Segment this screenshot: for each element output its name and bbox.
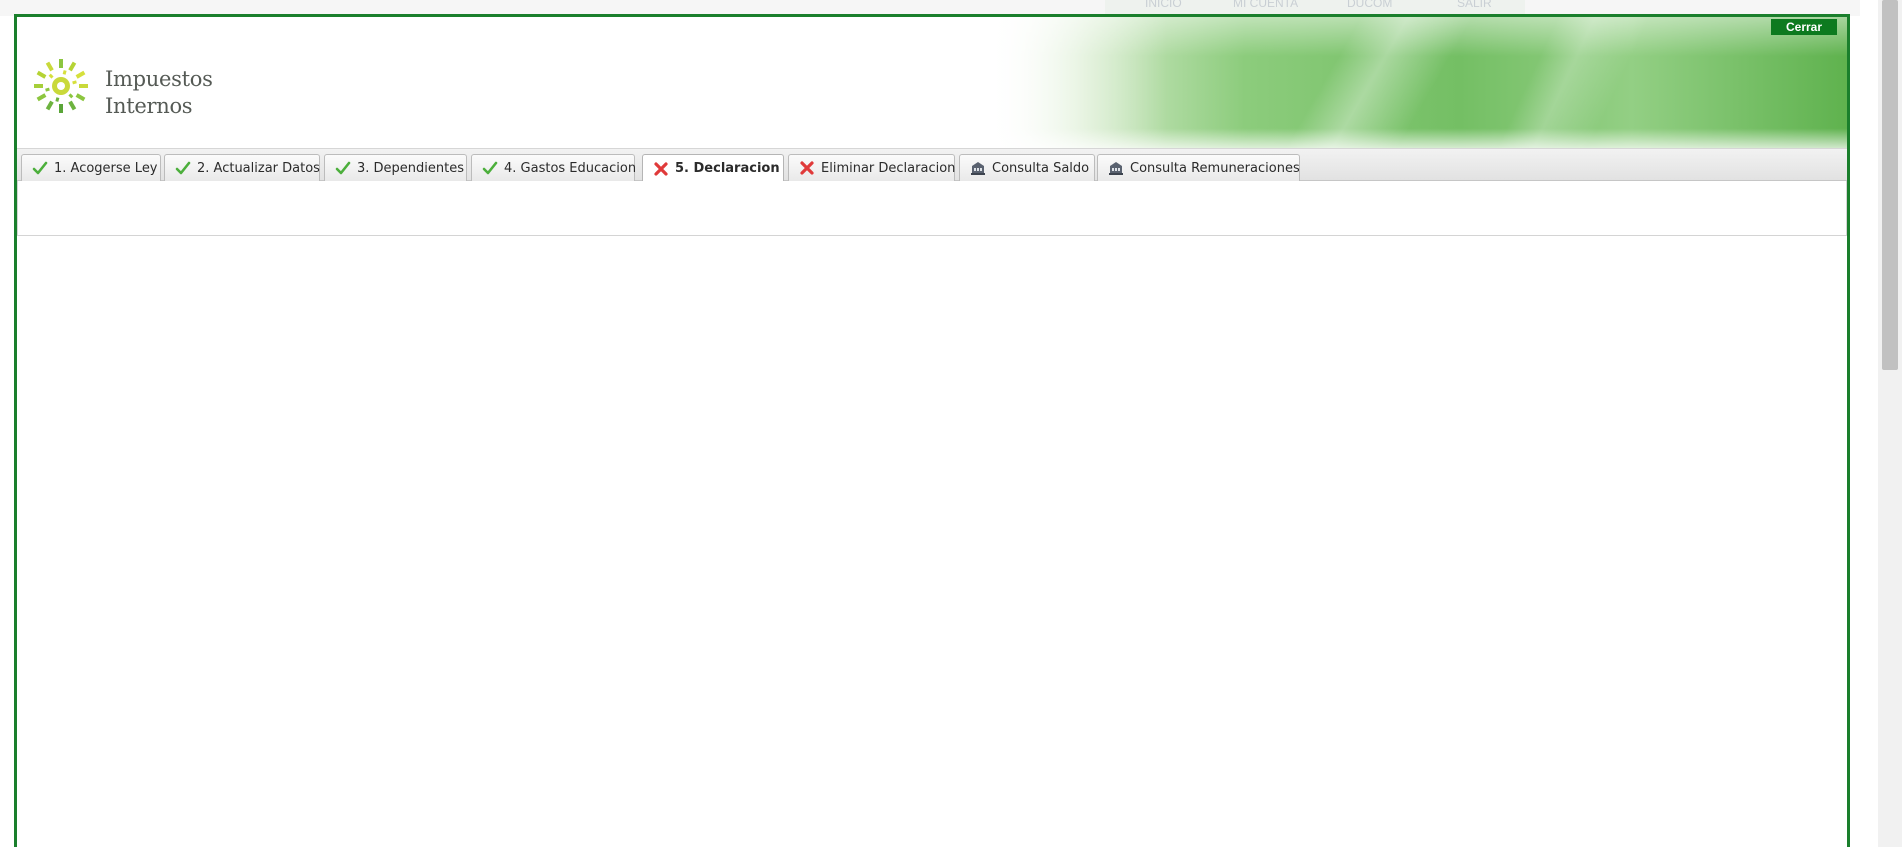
tab-label: Eliminar Declaracion <box>821 160 956 176</box>
x-icon <box>654 161 668 176</box>
tab-strip: 1. Acogerse Ley 2. Actualizar Datos 3. D… <box>17 148 1847 182</box>
tab-label: 5. Declaracion <box>675 161 780 176</box>
logo-text-line2: Internos <box>105 94 193 118</box>
logo-text-line1: Impuestos <box>105 67 213 91</box>
tab-eliminar-declaracion[interactable]: Eliminar Declaracion <box>788 154 955 181</box>
modal-body <box>17 236 1847 847</box>
background-nav-item: SALIR <box>1457 0 1492 10</box>
background-nav-item: MI CUENTA <box>1233 0 1299 10</box>
building-icon <box>971 162 985 175</box>
logo-text: Impuestos Internos <box>105 66 213 120</box>
check-icon <box>482 161 498 175</box>
tab-label: 3. Dependientes <box>357 160 465 176</box>
tab-content-panel <box>17 181 1847 236</box>
tab-label: Consulta Remuneraciones <box>1130 160 1300 176</box>
building-icon <box>1109 162 1123 175</box>
x-icon <box>800 161 814 175</box>
tab-acogerse-ley[interactable]: 1. Acogerse Ley <box>21 154 161 181</box>
scrollbar-thumb[interactable] <box>1882 0 1898 370</box>
tab-label: 4. Gastos Educacion <box>504 160 637 176</box>
tab-consulta-remuneraciones[interactable]: Consulta Remuneraciones <box>1097 154 1300 181</box>
tab-consulta-saldo[interactable]: Consulta Saldo <box>959 154 1095 181</box>
check-icon <box>175 161 191 175</box>
tab-dependientes[interactable]: 3. Dependientes <box>324 154 467 181</box>
modal-header: Cerrar Impuestos Internos <box>17 17 1847 148</box>
page-scrollbar[interactable] <box>1878 0 1902 847</box>
tab-label: Consulta Saldo <box>992 160 1090 176</box>
check-icon <box>32 161 48 175</box>
tab-label: 1. Acogerse Ley <box>54 160 158 176</box>
tab-actualizar-datos[interactable]: 2. Actualizar Datos <box>164 154 320 181</box>
header-banner <box>987 17 1847 148</box>
background-nav-item: DUCOM <box>1347 0 1393 10</box>
impuestos-internos-logo <box>34 59 88 113</box>
close-button[interactable]: Cerrar <box>1771 19 1837 35</box>
tab-declaracion[interactable]: 5. Declaracion <box>642 154 784 182</box>
tab-label: 2. Actualizar Datos <box>197 160 320 176</box>
tab-gastos-educacion[interactable]: 4. Gastos Educacion <box>471 154 637 181</box>
modal-window: Cerrar Impuestos Internos 1. Acogerse Le… <box>14 14 1850 847</box>
background-nav-item: INICIO <box>1145 0 1182 10</box>
check-icon <box>335 161 351 175</box>
